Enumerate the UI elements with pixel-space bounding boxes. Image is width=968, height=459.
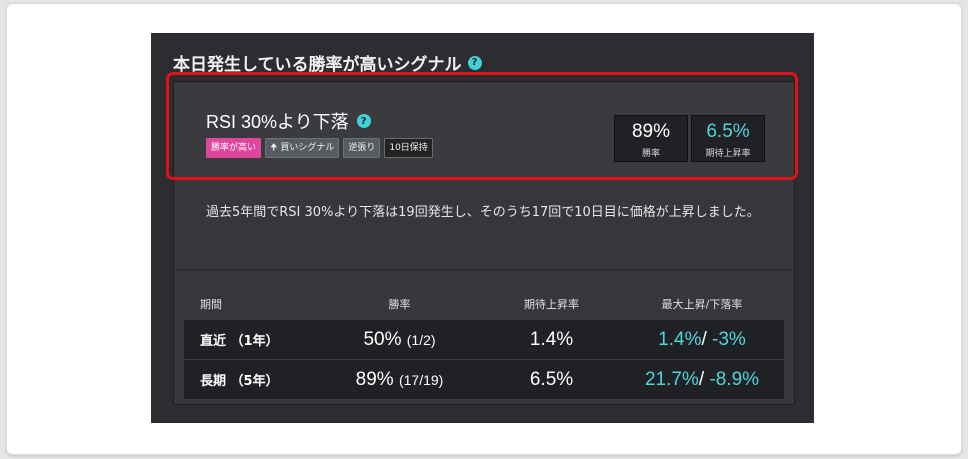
highlight-outline xyxy=(166,72,798,180)
signal-panel: 本日発生している勝率が高いシグナル ? RSI 30%より下落 ? 勝率が高い … xyxy=(151,33,814,423)
divider xyxy=(174,269,794,270)
table-header-row: 期間 勝率 期待上昇率 最大上昇/下落率 xyxy=(184,288,784,320)
signal-summary: 過去5年間でRSI 30%より下落は19回発生し、そのうち17回で10日目に価格… xyxy=(206,205,760,220)
row-max-change: 21.7%/ -8.9% xyxy=(620,359,784,400)
row-win-rate-value: 50% xyxy=(363,328,402,350)
row-max-change: 1.4%/ -3% xyxy=(620,320,784,360)
row-max-down: -8.9% xyxy=(709,368,760,390)
row-expected: 6.5% xyxy=(483,359,620,400)
table-row: 直近 （1年） 50% (1/2) 1.4% 1.4%/ -3% xyxy=(184,320,784,360)
row-win-rate: 89% (17/19) xyxy=(316,359,483,400)
row-period: 直近 （1年） xyxy=(184,320,316,360)
row-period: 長期 （5年） xyxy=(184,359,316,400)
header-expected: 期待上昇率 xyxy=(524,298,579,311)
header-period: 期間 xyxy=(200,298,222,311)
stats-table: 期間 勝率 期待上昇率 最大上昇/下落率 直近 （1年） 50% (1/2) 1… xyxy=(184,288,784,400)
row-expected: 1.4% xyxy=(483,320,620,360)
row-max-up: 21.7% xyxy=(644,368,699,390)
header-win-rate: 勝率 xyxy=(388,298,411,311)
row-win-count: (17/19) xyxy=(398,371,444,388)
row-win-rate: 50% (1/2) xyxy=(316,320,483,360)
row-max-sep: / xyxy=(701,328,713,350)
row-max-sep: / xyxy=(698,368,710,390)
help-icon[interactable]: ? xyxy=(467,55,482,70)
row-max-up: 1.4% xyxy=(658,328,702,350)
row-win-rate-value: 89% xyxy=(355,368,394,390)
row-win-count: (1/2) xyxy=(406,331,436,348)
header-max-change: 最大上昇/下落率 xyxy=(661,298,743,311)
table-row: 長期 （5年） 89% (17/19) 6.5% 21.7%/ -8.9% xyxy=(184,359,784,400)
row-max-down: -3% xyxy=(712,328,746,350)
